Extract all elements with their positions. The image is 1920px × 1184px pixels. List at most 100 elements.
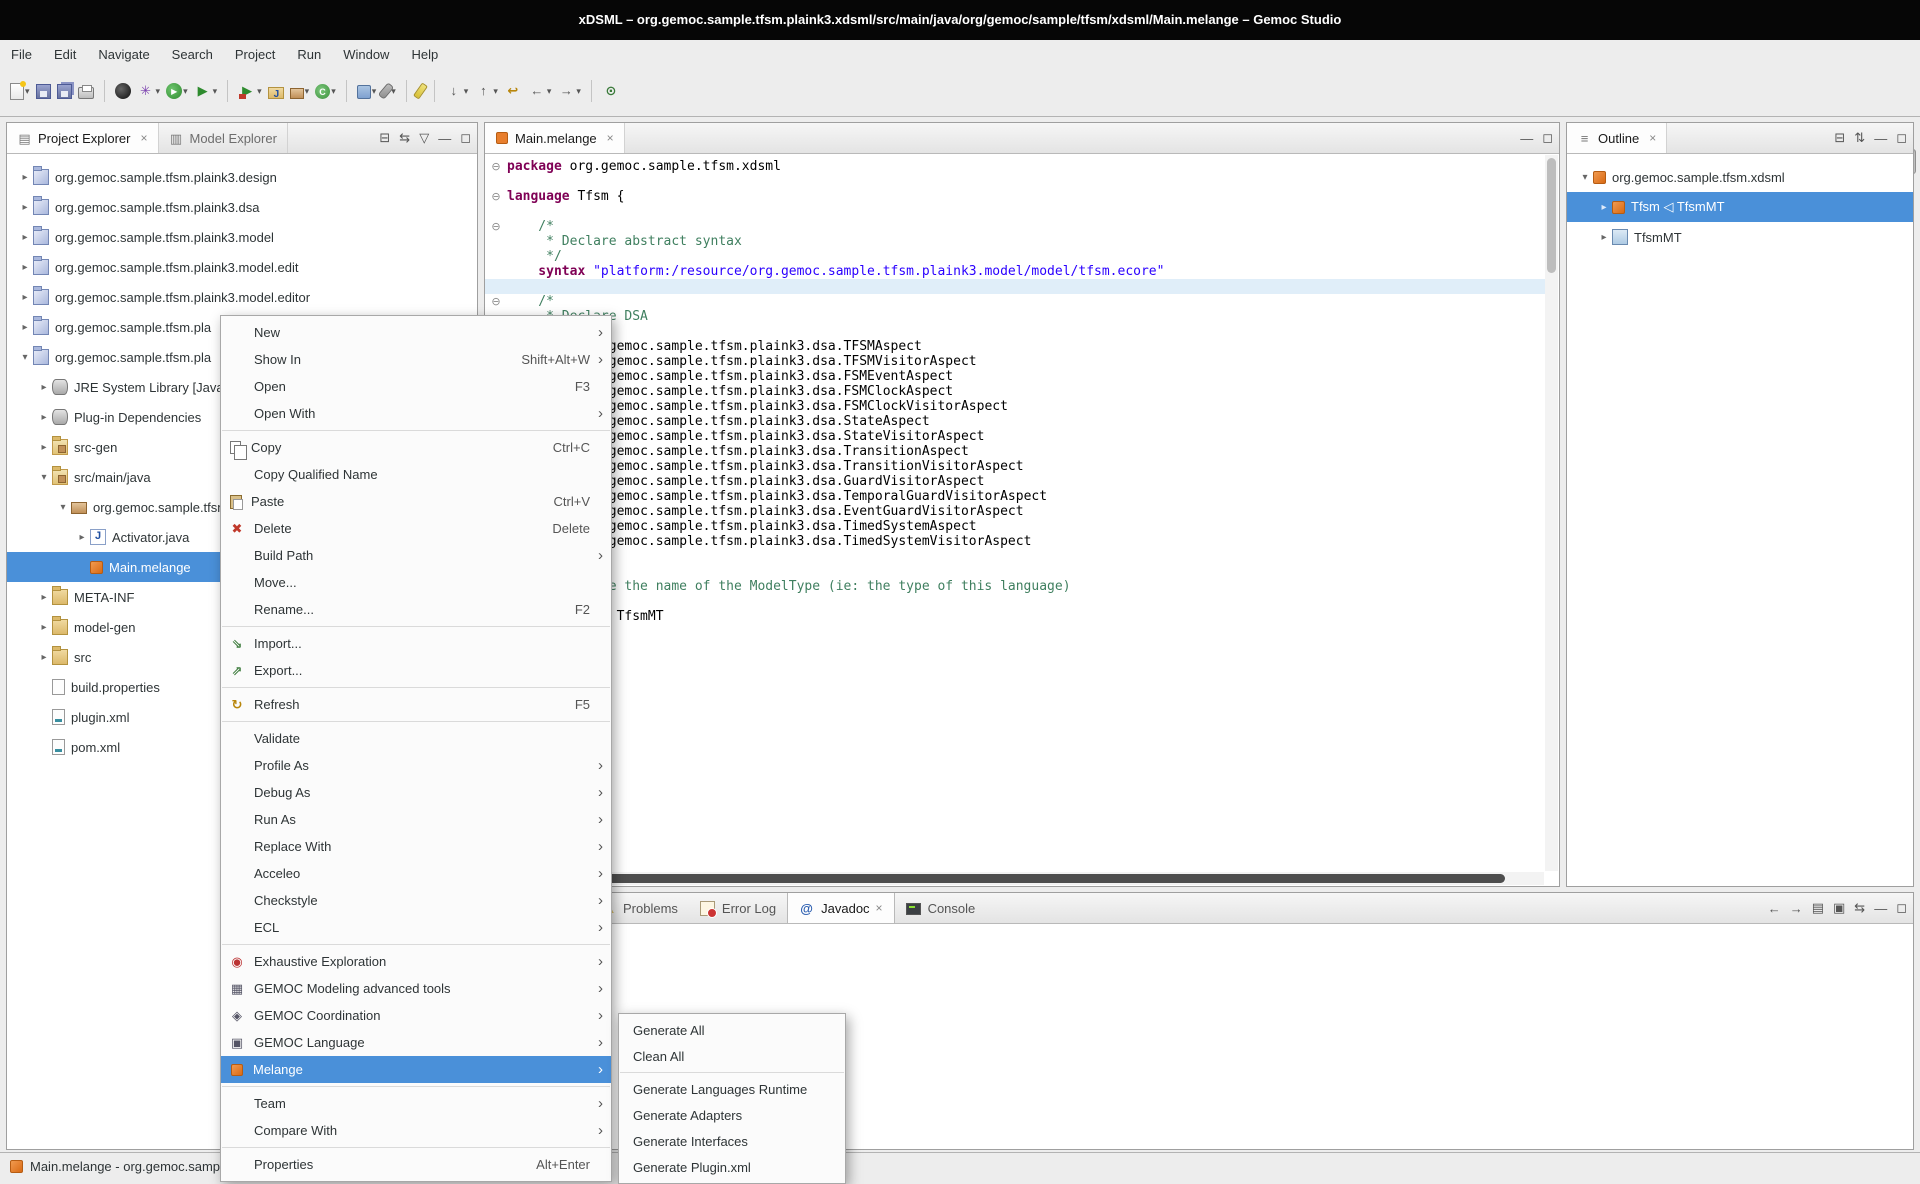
maximize-icon[interactable]: ◻ [1896,900,1907,916]
dropdown-caret-icon[interactable]: ▾ [372,86,377,97]
menu-item-export[interactable]: Export... [221,657,611,684]
menubar-item-search[interactable]: Search [161,40,224,70]
menu-item-show-in[interactable]: Show InShift+Alt+W› [221,346,611,373]
code-line[interactable] [485,204,1545,219]
menu-item-move[interactable]: Move... [221,569,611,596]
menu-item-melange[interactable]: Melange› [221,1056,611,1083]
expand-expander-icon[interactable]: ▸ [17,292,33,303]
last-edit-location-button[interactable] [502,79,524,103]
maximize-icon[interactable]: ◻ [460,130,471,146]
menu-item-ecl[interactable]: ECL› [221,914,611,941]
menu-item-exhaustive-exploration[interactable]: Exhaustive Exploration› [221,948,611,975]
maximize-icon[interactable]: ◻ [1896,130,1907,146]
expand-expander-icon[interactable]: ▸ [1596,202,1612,213]
menubar-item-run[interactable]: Run [286,40,332,70]
view-menu-icon[interactable]: ▽ [419,130,429,146]
fold-minus-icon[interactable]: ⊖ [485,219,507,234]
expand-expander-icon[interactable]: ▸ [17,232,33,243]
save-button[interactable] [34,80,53,102]
gemoc-engine-button[interactable] [113,80,133,102]
scrollbar-thumb[interactable] [1547,158,1556,273]
code-line[interactable]: with org.gemoc.sample.tfsm.plaink3.dsa.T… [485,519,1545,534]
menu-item-gemoc-coordination[interactable]: GEMOC Coordination› [221,1002,611,1029]
dropdown-caret-icon[interactable]: ▾ [257,86,262,97]
code-line[interactable]: with org.gemoc.sample.tfsm.plaink3.dsa.T… [485,354,1545,369]
close-icon[interactable]: × [140,131,147,145]
code-line[interactable]: with org.gemoc.sample.tfsm.plaink3.dsa.T… [485,489,1545,504]
expand-expander-icon[interactable]: ▸ [36,622,52,633]
menu-item-acceleo[interactable]: Acceleo› [221,860,611,887]
tab-error-log[interactable]: Error Log [689,893,787,923]
menu-item-copy-qualified-name[interactable]: Copy Qualified Name [221,461,611,488]
expand-expander-icon[interactable]: ▸ [36,412,52,423]
outline-item[interactable]: ▸Tfsm ◁ TfsmMT [1567,192,1913,222]
menu-item-new[interactable]: New› [221,319,611,346]
submenu-item-generate-plugin-xml[interactable]: Generate Plugin.xml [619,1154,845,1180]
editor-horizontal-scrollbar[interactable] [486,872,1544,885]
code-line[interactable]: with org.gemoc.sample.tfsm.plaink3.dsa.F… [485,384,1545,399]
menu-item-profile-as[interactable]: Profile As› [221,752,611,779]
code-area[interactable]: ⊖package org.gemoc.sample.tfsm.xdsml⊖lan… [485,154,1545,872]
code-line[interactable]: with org.gemoc.sample.tfsm.plaink3.dsa.S… [485,429,1545,444]
code-line[interactable]: ⊖package org.gemoc.sample.tfsm.xdsml [485,159,1545,174]
new-plugin-button[interactable]: ▾ [355,80,379,102]
expand-expander-icon[interactable]: ▸ [36,652,52,663]
previous-annotation-button[interactable]: ▾ [472,79,500,103]
menubar-item-project[interactable]: Project [224,40,286,70]
fold-minus-icon[interactable]: ⊖ [485,189,507,204]
menu-item-validate[interactable]: Validate [221,725,611,752]
menu-item-compare-with[interactable]: Compare With› [221,1117,611,1144]
save-all-button[interactable] [55,80,74,102]
collapse-expander-icon[interactable]: ▾ [1577,172,1593,183]
collapse-all-icon[interactable]: ⊟ [379,130,390,146]
menu-item-gemoc-language[interactable]: GEMOC Language› [221,1029,611,1056]
dropdown-caret-icon[interactable]: ▾ [156,86,161,97]
menubar-item-file[interactable]: File [0,40,43,70]
forward-button[interactable]: ▾ [555,79,583,103]
menu-item-gemoc-modeling-advanced-tools[interactable]: GEMOC Modeling advanced tools› [221,975,611,1002]
code-line[interactable]: with org.gemoc.sample.tfsm.plaink3.dsa.T… [485,459,1545,474]
tree-item[interactable]: ▸org.gemoc.sample.tfsm.plaink3.model [7,222,477,252]
code-line[interactable]: exactType TfsmMT [485,609,1545,624]
code-line[interactable]: * Declare DSA [485,309,1545,324]
expand-expander-icon[interactable]: ▸ [17,172,33,183]
collapse-all-icon[interactable]: ⊟ [1834,130,1845,146]
collapse-expander-icon[interactable]: ▾ [36,472,52,483]
menu-item-open-with[interactable]: Open With› [221,400,611,427]
code-line[interactable]: with org.gemoc.sample.tfsm.plaink3.dsa.F… [485,369,1545,384]
link-with-editor-icon[interactable]: ⇆ [1854,900,1865,916]
dropdown-caret-icon[interactable]: ▾ [493,86,498,97]
menubar-item-window[interactable]: Window [332,40,400,70]
new-java-project-button[interactable] [266,81,286,102]
code-line[interactable]: with org.gemoc.sample.tfsm.plaink3.dsa.E… [485,504,1545,519]
menu-item-team[interactable]: Team› [221,1090,611,1117]
code-line[interactable]: */ [485,324,1545,339]
dropdown-caret-icon[interactable]: ▾ [25,86,30,97]
back-button[interactable]: ▾ [526,79,554,103]
tree-item[interactable]: ▸org.gemoc.sample.tfsm.plaink3.dsa [7,192,477,222]
collapse-expander-icon[interactable]: ▾ [55,502,71,513]
expand-expander-icon[interactable]: ▸ [17,262,33,273]
menubar-item-edit[interactable]: Edit [43,40,87,70]
back-icon[interactable]: ← [1768,901,1781,916]
menubar-item-help[interactable]: Help [400,40,449,70]
fold-minus-icon[interactable]: ⊖ [485,294,507,309]
fold-minus-icon[interactable]: ⊖ [485,159,507,174]
tree-item[interactable]: ▸org.gemoc.sample.tfsm.plaink3.model.edi… [7,252,477,282]
menu-item-checkstyle[interactable]: Checkstyle› [221,887,611,914]
menu-item-rename[interactable]: Rename...F2 [221,596,611,623]
run-button[interactable]: ▾ [164,80,190,102]
menu-item-copy[interactable]: CopyCtrl+C [221,434,611,461]
menu-item-run-as[interactable]: Run As› [221,806,611,833]
code-line[interactable]: with org.gemoc.sample.tfsm.plaink3.dsa.T… [485,444,1545,459]
expand-expander-icon[interactable]: ▸ [17,202,33,213]
code-line[interactable]: with org.gemoc.sample.tfsm.plaink3.dsa.F… [485,399,1545,414]
code-line[interactable] [485,174,1545,189]
code-line[interactable]: // Declare the name of the ModelType (ie… [485,579,1545,594]
dropdown-caret-icon[interactable]: ▾ [547,86,552,97]
dropdown-caret-icon[interactable]: ▾ [183,86,188,97]
menu-item-delete[interactable]: DeleteDelete [221,515,611,542]
dropdown-caret-icon[interactable]: ▾ [305,86,310,97]
menu-item-paste[interactable]: PasteCtrl+V [221,488,611,515]
outline-item[interactable]: ▾org.gemoc.sample.tfsm.xdsml [1567,162,1913,192]
